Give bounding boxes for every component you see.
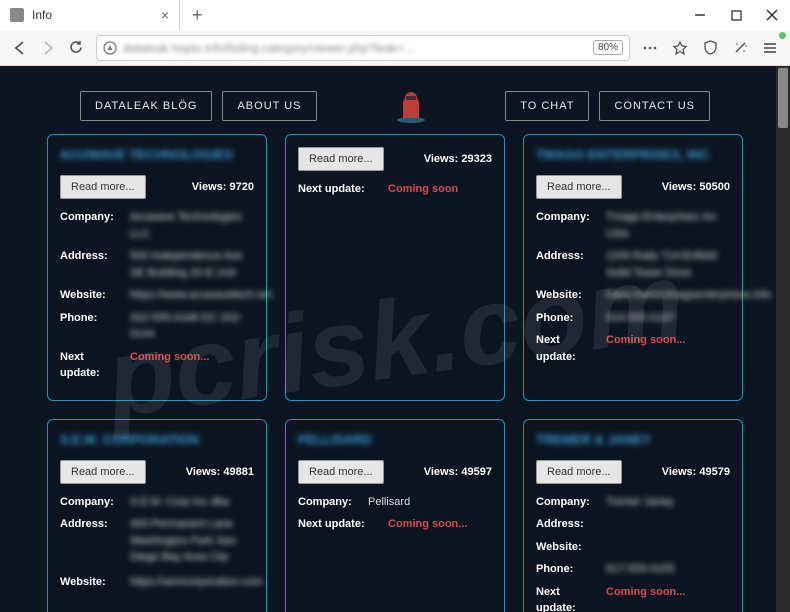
- next-update-value: Coming soon...: [388, 516, 467, 533]
- browser-tab[interactable]: Info ×: [0, 0, 180, 30]
- new-tab-icon[interactable]: +: [180, 5, 215, 26]
- read-more-button[interactable]: Read more...: [298, 147, 384, 171]
- card-title: TMAGO ENTERPRISES, INC: [536, 147, 730, 165]
- url-bar[interactable]: dataleak.hopto.info/listing.category/vie…: [96, 35, 630, 61]
- views-count: Views: 9720: [192, 181, 254, 193]
- leak-card: S.E.M. CORPORATION Read more... Views: 4…: [47, 419, 267, 612]
- leak-card: TMAGO ENTERPRISES, INC Read more... View…: [523, 134, 743, 401]
- bookmark-icon[interactable]: [666, 34, 694, 62]
- company-label: Company:: [298, 494, 368, 511]
- company-label: Company:: [536, 494, 606, 511]
- company-value: S.E.M. Corp Inc dba: [130, 494, 229, 511]
- to-chat-button[interactable]: TO CHAT: [505, 91, 589, 121]
- page-content: pcrisk.com DATALEAK BLÖG ABOUT US TO CHA…: [0, 66, 790, 612]
- forward-icon[interactable]: [34, 34, 62, 62]
- website-label: Website:: [60, 287, 130, 304]
- zoom-badge[interactable]: 80%: [593, 40, 623, 55]
- website-value: https://www.tmagoenterprises.info: [606, 287, 771, 304]
- close-tab-icon[interactable]: ×: [161, 7, 169, 23]
- contact-us-button[interactable]: CONTACT US: [599, 91, 710, 121]
- reload-icon[interactable]: [62, 34, 90, 62]
- read-more-button[interactable]: Read more...: [60, 175, 146, 199]
- next-update-value: Coming soon...: [606, 332, 685, 365]
- dataleak-blog-button[interactable]: DATALEAK BLÖG: [80, 91, 212, 121]
- next-update-value: Coming soon: [388, 181, 458, 198]
- address-value: 400 Permanent Lane Washington Park San D…: [130, 516, 254, 568]
- card-title: ACUWAVE TECHNOLOGIES: [60, 147, 254, 165]
- notification-dot-icon: [779, 32, 786, 39]
- more-icon[interactable]: [636, 34, 664, 62]
- card-title: PELLISARD: [298, 432, 492, 450]
- views-count: Views: 49597: [424, 466, 492, 478]
- leak-card: ACUWAVE TECHNOLOGIES Read more... Views:…: [47, 134, 267, 401]
- website-label: Website:: [536, 539, 606, 556]
- company-value: Tmago Enterprises Inc USA: [606, 209, 730, 242]
- company-value: Tremer Janey: [606, 494, 673, 511]
- window-controls: [682, 0, 790, 30]
- leak-card: TREMER & JANEY Read more... Views: 49579…: [523, 419, 743, 612]
- views-count: Views: 49579: [662, 466, 730, 478]
- address-label: Address:: [60, 248, 130, 281]
- website-value: https://www.acuwavetech.net: [130, 287, 272, 304]
- url-text: dataleak.hopto.info/listing.category/vie…: [123, 41, 589, 55]
- company-label: Company:: [60, 209, 130, 242]
- scrollbar[interactable]: [776, 66, 790, 612]
- back-icon[interactable]: [6, 34, 34, 62]
- tab-title: Info: [32, 8, 161, 22]
- leak-card: PELLISARD Read more... Views: 49597 Comp…: [285, 419, 505, 612]
- close-window-icon[interactable]: [754, 0, 790, 30]
- website-value: https://semcorporation.com: [130, 574, 263, 591]
- address-label: Address:: [60, 516, 130, 568]
- shield-icon[interactable]: [696, 34, 724, 62]
- next-update-label: Nextupdate:: [60, 349, 130, 382]
- next-update-label: Nextupdate:: [536, 332, 606, 365]
- read-more-button[interactable]: Read more...: [536, 460, 622, 484]
- leak-card: Read more... Views: 29323 Next update:Co…: [285, 134, 505, 401]
- tab-favicon: [10, 8, 24, 22]
- website-label: Website:: [536, 287, 606, 304]
- phone-label: Phone:: [60, 310, 130, 343]
- address-value: 500 Independence Ave SE Building 20-E Un…: [130, 248, 254, 281]
- phone-value: 202-555-0168 DC 202-0144: [130, 310, 254, 343]
- card-grid: ACUWAVE TECHNOLOGIES Read more... Views:…: [0, 134, 790, 612]
- wand-icon[interactable]: [726, 34, 754, 62]
- company-label: Company:: [536, 209, 606, 242]
- address-value: 1200 Raily 714-Enfield Solid Tower Drive: [606, 248, 730, 281]
- next-update-label: Next update:: [298, 181, 388, 198]
- next-update-label: Nextupdate:: [536, 584, 606, 612]
- card-title: S.E.M. CORPORATION: [60, 432, 254, 450]
- site-logo: [391, 86, 431, 126]
- views-count: Views: 29323: [424, 153, 492, 165]
- next-update-value: Coming soon...: [606, 584, 685, 612]
- window-titlebar: Info × +: [0, 0, 790, 30]
- maximize-icon[interactable]: [718, 0, 754, 30]
- site-info-icon[interactable]: [103, 41, 117, 55]
- company-value: Acuwave Technologies LLC: [130, 209, 254, 242]
- phone-label: Phone:: [536, 561, 606, 578]
- phone-value: 617-555-0155: [606, 561, 675, 578]
- site-header: DATALEAK BLÖG ABOUT US TO CHAT CONTACT U…: [0, 66, 790, 134]
- phone-value: 919-555-0197: [606, 310, 675, 327]
- card-title: TREMER & JANEY: [536, 432, 730, 450]
- minimize-icon[interactable]: [682, 0, 718, 30]
- about-us-button[interactable]: ABOUT US: [222, 91, 316, 121]
- read-more-button[interactable]: Read more...: [536, 175, 622, 199]
- address-label: Address:: [536, 516, 606, 533]
- read-more-button[interactable]: Read more...: [60, 460, 146, 484]
- next-update-value: Coming soon...: [130, 349, 209, 382]
- company-value: Pellisard: [368, 494, 410, 511]
- website-label: Website:: [60, 574, 130, 591]
- address-label: Address:: [536, 248, 606, 281]
- phone-label: Phone:: [536, 310, 606, 327]
- read-more-button[interactable]: Read more...: [298, 460, 384, 484]
- company-label: Company:: [60, 494, 130, 511]
- views-count: Views: 49881: [186, 466, 254, 478]
- browser-toolbar: dataleak.hopto.info/listing.category/vie…: [0, 30, 790, 66]
- next-update-label: Next update:: [298, 516, 388, 533]
- scroll-thumb[interactable]: [778, 68, 788, 128]
- views-count: Views: 50500: [662, 181, 730, 193]
- menu-icon[interactable]: [756, 34, 784, 62]
